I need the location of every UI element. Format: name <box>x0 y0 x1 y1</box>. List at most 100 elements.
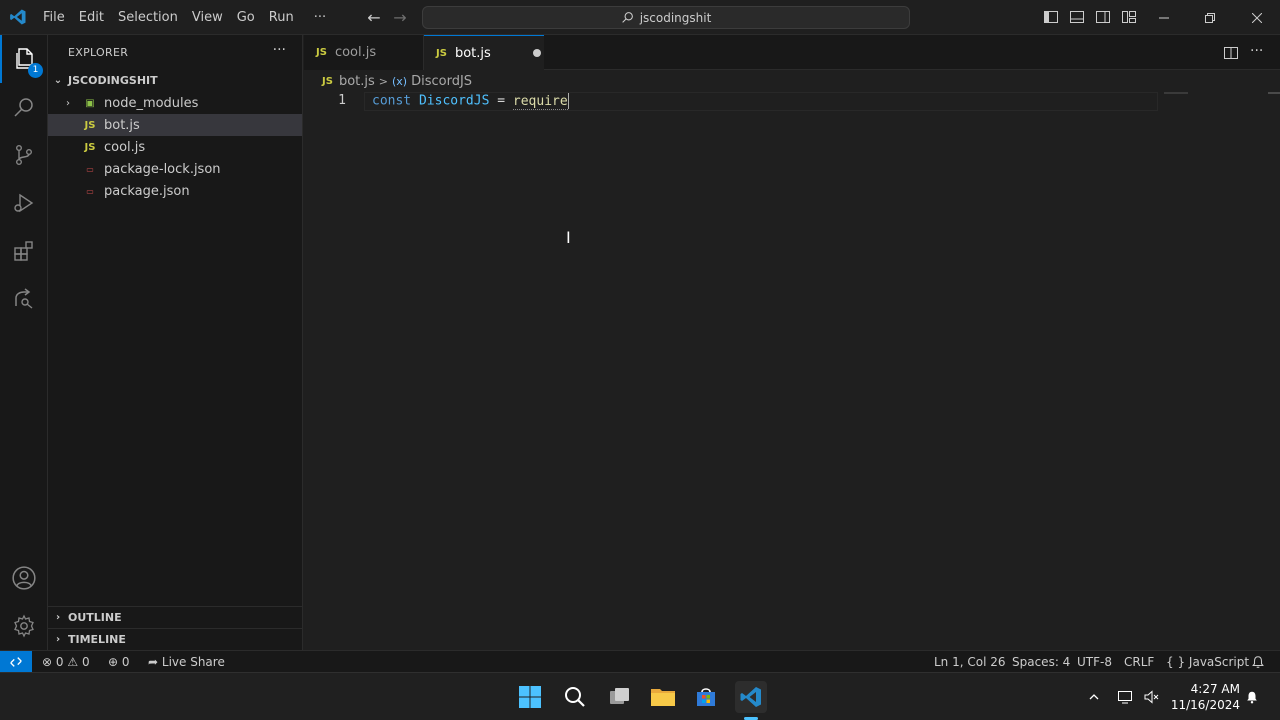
breadcrumb-file[interactable]: bot.js <box>339 74 375 89</box>
extensions-activity[interactable] <box>0 227 48 275</box>
extensions-icon <box>14 241 33 261</box>
toggle-secondary-sidebar-icon[interactable] <box>1095 9 1111 25</box>
minimize-button[interactable] <box>1141 0 1187 35</box>
menu-run[interactable]: Run <box>262 0 301 35</box>
error-count: 0 <box>55 655 64 669</box>
menu-file[interactable]: File <box>36 0 72 35</box>
live-share-label: Live Share <box>161 655 225 669</box>
source-control-icon <box>15 145 32 166</box>
account-icon <box>12 566 36 590</box>
menu-view[interactable]: View <box>185 0 230 35</box>
indentation[interactable]: Spaces: 4 <box>1012 651 1070 673</box>
ports-indicator[interactable]: ⊕ 0 <box>108 651 130 673</box>
tree-item-label: package-lock.json <box>104 161 221 177</box>
outline-label: OUTLINE <box>68 611 122 624</box>
forward-arrow-icon[interactable]: → <box>390 8 410 28</box>
function-token: require <box>512 93 568 110</box>
tray-chevron-up-icon[interactable] <box>1086 689 1102 705</box>
toggle-primary-sidebar-icon[interactable] <box>1043 9 1059 25</box>
menu-more[interactable]: ··· <box>307 0 333 35</box>
microsoft-store-icon[interactable] <box>690 681 722 713</box>
taskbar-search-icon[interactable] <box>559 681 591 713</box>
network-icon[interactable] <box>1117 689 1133 705</box>
sidebar-more-actions[interactable]: ··· <box>273 42 286 58</box>
tab-cool-js[interactable]: JS cool.js <box>304 35 424 70</box>
end-of-line[interactable]: CRLF <box>1124 651 1154 673</box>
run-debug-icon <box>14 193 34 213</box>
live-share-icon: ➦ <box>148 655 159 669</box>
keyword-token: const <box>372 93 412 109</box>
status-bar: ⊗ 0 ⚠ 0 ⊕ 0 ➦ Live Share Ln 1, Col 26 Sp… <box>0 650 1280 673</box>
tab-bot-js[interactable]: JS bot.js <box>424 35 544 70</box>
tree-item-node-modules[interactable]: › ▣ node_modules <box>48 92 302 114</box>
language-mode[interactable]: { } JavaScript <box>1166 651 1249 673</box>
breadcrumb-symbol[interactable]: DiscordJS <box>411 74 472 89</box>
editor-more-actions[interactable]: ··· <box>1250 43 1263 59</box>
chevron-right-icon: › <box>55 612 61 623</box>
remote-icon <box>10 656 22 667</box>
code-editor[interactable]: 1 const DiscordJS = require I <box>304 92 1280 650</box>
back-arrow-icon[interactable]: ← <box>364 8 384 28</box>
notification-bell-icon[interactable] <box>1244 689 1260 705</box>
braces-icon: { } <box>1166 655 1186 669</box>
task-view-icon[interactable] <box>604 681 636 713</box>
language-label: JavaScript <box>1188 655 1250 669</box>
windows-taskbar: 4:27 AM 11/16/2024 <box>0 672 1280 720</box>
live-share-button[interactable]: ➦ Live Share <box>148 651 225 673</box>
customize-layout-icon[interactable] <box>1121 9 1137 25</box>
vscode-logo-icon <box>0 0 36 35</box>
problems-indicator[interactable]: ⊗ 0 ⚠ 0 <box>42 651 90 673</box>
chevron-down-icon: ⌄ <box>53 74 63 86</box>
windows-start-icon[interactable] <box>514 681 546 713</box>
breadcrumb: JS bot.js > (x) DiscordJS <box>304 70 1280 92</box>
tree-item-label: cool.js <box>104 139 146 155</box>
source-control-activity[interactable] <box>0 131 48 179</box>
folder-section-header[interactable]: ⌄ JSCODINGSHIT <box>48 69 302 91</box>
remote-explorer-activity[interactable] <box>0 275 48 323</box>
error-icon: ⊗ <box>42 655 53 669</box>
vscode-taskbar-icon[interactable] <box>735 681 767 713</box>
system-clock[interactable]: 4:27 AM 11/16/2024 <box>1168 681 1240 713</box>
cursor-position[interactable]: Ln 1, Col 26 <box>934 651 1006 673</box>
radio-tower-icon: ⊕ <box>108 655 119 669</box>
accounts-activity[interactable] <box>0 554 48 602</box>
tree-item-bot-js[interactable]: JS bot.js <box>48 114 302 136</box>
manage-activity[interactable] <box>0 602 48 650</box>
restore-button[interactable] <box>1187 0 1233 35</box>
tree-item-package-lock-json[interactable]: ▭ package-lock.json <box>48 158 302 180</box>
operator-token: = <box>497 93 506 109</box>
toggle-panel-icon[interactable] <box>1069 9 1085 25</box>
code-line[interactable]: const DiscordJS = require <box>372 93 569 110</box>
encoding[interactable]: UTF-8 <box>1077 651 1112 673</box>
search-activity[interactable] <box>0 83 48 131</box>
outline-section-header[interactable]: › OUTLINE <box>48 606 302 628</box>
volume-muted-icon[interactable] <box>1143 689 1159 705</box>
js-file-icon: JS <box>316 47 327 58</box>
menu-edit[interactable]: Edit <box>72 0 111 35</box>
live-share-icon <box>15 288 33 309</box>
split-editor-icon[interactable] <box>1223 45 1239 61</box>
warning-count: 0 <box>81 655 90 669</box>
js-file-icon: JS <box>322 75 333 87</box>
warning-icon: ⚠ <box>67 655 79 669</box>
explorer-badge: 1 <box>28 63 43 78</box>
explorer-activity[interactable]: 1 <box>0 35 48 83</box>
menu-selection[interactable]: Selection <box>111 0 185 35</box>
editor-tabs: JS cool.js JS bot.js ··· <box>304 35 1280 70</box>
file-explorer-icon[interactable] <box>647 681 679 713</box>
clock-time: 4:27 AM <box>1190 682 1240 696</box>
tree-item-cool-js[interactable]: JS cool.js <box>48 136 302 158</box>
timeline-section-header[interactable]: › TIMELINE <box>48 628 302 650</box>
unsaved-dot-icon[interactable] <box>532 49 541 57</box>
bell-icon[interactable] <box>1251 655 1265 669</box>
ports-count: 0 <box>121 655 130 669</box>
tree-item-package-json[interactable]: ▭ package.json <box>48 180 302 202</box>
search-text: jscodingshit <box>639 10 712 25</box>
menu-go[interactable]: Go <box>230 0 262 35</box>
command-center-search[interactable]: jscodingshit <box>422 6 910 29</box>
tree-item-label: bot.js <box>104 117 140 133</box>
run-debug-activity[interactable] <box>0 179 48 227</box>
remote-indicator-button[interactable] <box>0 650 32 673</box>
json-file-icon: ▭ <box>86 164 94 174</box>
close-window-button[interactable] <box>1234 0 1280 35</box>
